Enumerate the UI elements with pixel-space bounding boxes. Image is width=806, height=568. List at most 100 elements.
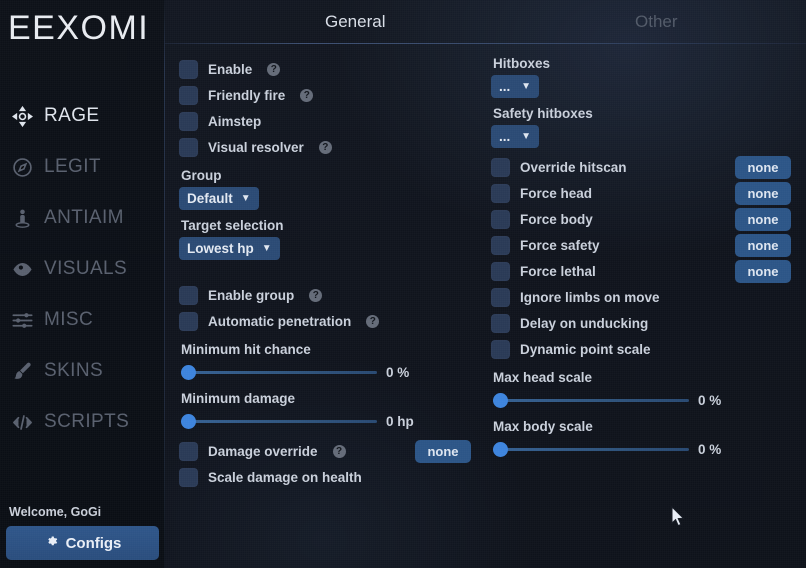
group-dropdown[interactable]: Default ▼: [179, 187, 259, 210]
max-head-scale-label: Max head scale: [493, 370, 593, 385]
sidebar-item-label: LEGIT: [44, 156, 101, 177]
help-icon[interactable]: ?: [300, 88, 314, 102]
checkbox-friendly-fire[interactable]: Friendly fire ?: [179, 82, 485, 108]
crosshair-icon: [12, 105, 33, 127]
force-lethal-keybind-button[interactable]: none: [735, 259, 791, 283]
checkbox-force-lethal[interactable]: Force lethal none: [491, 258, 805, 284]
code-icon: [12, 412, 33, 433]
checkbox-box[interactable]: [491, 183, 510, 203]
damage-override-keybind-button[interactable]: none: [415, 439, 471, 463]
compass-icon: [12, 157, 33, 178]
checkbox-ignore-limbs-on-move[interactable]: Ignore limbs on move: [491, 284, 805, 310]
checkbox-label: Enable group: [208, 287, 295, 303]
target-selection-dropdown[interactable]: Lowest hp ▼: [179, 237, 280, 260]
hitboxes-dropdown-value: ...: [499, 79, 511, 94]
sidebar-item-misc[interactable]: MISC: [0, 304, 165, 336]
hitboxes-dropdown[interactable]: ... ▼: [491, 75, 539, 98]
checkbox-box[interactable]: [179, 85, 198, 105]
hitboxes-label: Hitboxes: [493, 56, 551, 71]
slider-knob[interactable]: [181, 365, 196, 380]
checkbox-force-head[interactable]: Force head none: [491, 180, 805, 206]
max-head-scale-slider[interactable]: [493, 392, 689, 408]
checkbox-box[interactable]: [179, 111, 198, 131]
sidebar-item-antiaim[interactable]: ANTIAIM: [0, 202, 165, 234]
checkbox-label: Force safety: [520, 237, 600, 253]
max-body-scale-slider[interactable]: [493, 441, 689, 457]
slider-track: [181, 371, 377, 374]
group-label: Group: [181, 168, 222, 183]
checkbox-label: Override hitscan: [520, 159, 627, 175]
checkbox-box[interactable]: [179, 59, 198, 79]
checkbox-delay-on-unducking[interactable]: Delay on unducking: [491, 310, 805, 336]
override-hitscan-keybind-button[interactable]: none: [735, 155, 791, 179]
checkbox-label: Dynamic point scale: [520, 341, 651, 357]
help-icon[interactable]: ?: [318, 140, 332, 154]
min-hit-chance-label: Minimum hit chance: [181, 342, 311, 357]
eye-icon: [12, 259, 33, 280]
help-icon[interactable]: ?: [267, 62, 281, 76]
max-head-scale-value: 0 %: [698, 392, 722, 408]
checkbox-box[interactable]: [491, 235, 510, 255]
tab-general[interactable]: General: [325, 12, 385, 32]
sidebar-item-legit[interactable]: LEGIT: [0, 151, 165, 183]
checkbox-label: Enable: [208, 61, 253, 77]
sidebar-item-skins[interactable]: SKINS: [0, 355, 165, 387]
sidebar: EEXOMI RAGE LEGIT ANTIAIM VISUALS MISC S…: [0, 0, 165, 568]
min-hit-chance-slider[interactable]: [181, 364, 377, 380]
target-selection-value: Lowest hp: [187, 241, 254, 256]
checkbox-label: Ignore limbs on move: [520, 289, 660, 305]
sidebar-item-label: SKINS: [44, 360, 104, 381]
force-safety-keybind-button[interactable]: none: [735, 233, 791, 257]
sidebar-item-label: VISUALS: [44, 258, 128, 279]
sidebar-item-scripts[interactable]: SCRIPTS: [0, 406, 165, 438]
checkbox-box[interactable]: [179, 311, 198, 331]
checkbox-box[interactable]: [491, 287, 510, 307]
checkbox-aimstep[interactable]: Aimstep: [179, 108, 485, 134]
right-column: Hitboxes ... ▼ Safety hitboxes ... ▼ Ove…: [485, 56, 805, 490]
force-head-keybind-button[interactable]: none: [735, 181, 791, 205]
force-body-keybind-button[interactable]: none: [735, 207, 791, 231]
checkbox-box[interactable]: [179, 441, 198, 461]
checkbox-force-body[interactable]: Force body none: [491, 206, 805, 232]
help-icon[interactable]: ?: [332, 444, 346, 458]
checkbox-box[interactable]: [491, 261, 510, 281]
checkbox-box[interactable]: [491, 209, 510, 229]
checkbox-damage-override[interactable]: Damage override ? none: [179, 438, 485, 464]
checkbox-label: Automatic penetration: [208, 313, 352, 329]
checkbox-automatic-penetration[interactable]: Automatic penetration ?: [179, 308, 485, 334]
max-head-scale-slider-row: 0 %: [493, 389, 805, 411]
checkbox-dynamic-point-scale[interactable]: Dynamic point scale: [491, 336, 805, 362]
checkbox-force-safety[interactable]: Force safety none: [491, 232, 805, 258]
checkbox-label: Friendly fire: [208, 87, 286, 103]
chevron-down-icon: ▼: [521, 130, 531, 142]
min-damage-slider[interactable]: [181, 413, 377, 429]
checkbox-label: Damage override: [208, 443, 318, 459]
checkbox-box[interactable]: [491, 313, 510, 333]
checkbox-scale-damage-on-health[interactable]: Scale damage on health: [179, 464, 485, 490]
settings-columns: Enable ? Friendly fire ? Aimstep Visual …: [165, 44, 806, 490]
min-hit-chance-slider-row: 0 %: [181, 361, 485, 383]
min-damage-slider-row: 0 hp: [181, 410, 485, 432]
safety-hitboxes-dropdown[interactable]: ... ▼: [491, 125, 539, 148]
help-icon[interactable]: ?: [309, 288, 323, 302]
slider-knob[interactable]: [493, 442, 508, 457]
checkbox-enable-group[interactable]: Enable group ?: [179, 282, 485, 308]
sidebar-item-rage[interactable]: RAGE: [0, 100, 165, 132]
tab-other[interactable]: Other: [635, 12, 678, 32]
checkbox-box[interactable]: [179, 285, 198, 305]
checkbox-override-hitscan[interactable]: Override hitscan none: [491, 154, 805, 180]
checkbox-visual-resolver[interactable]: Visual resolver ?: [179, 134, 485, 160]
help-icon[interactable]: ?: [366, 314, 380, 328]
checkbox-enable[interactable]: Enable ?: [179, 56, 485, 82]
checkbox-box[interactable]: [491, 157, 510, 177]
slider-knob[interactable]: [181, 414, 196, 429]
configs-button[interactable]: Configs: [6, 526, 159, 560]
chevron-down-icon: ▼: [521, 80, 531, 92]
sidebar-item-visuals[interactable]: VISUALS: [0, 253, 165, 285]
slider-knob[interactable]: [493, 393, 508, 408]
checkbox-box[interactable]: [491, 339, 510, 359]
main-content: General Other Enable ? Friendly fire ? A…: [165, 0, 806, 568]
checkbox-box[interactable]: [179, 467, 198, 487]
checkbox-label: Delay on unducking: [520, 315, 649, 331]
checkbox-box[interactable]: [179, 137, 198, 157]
